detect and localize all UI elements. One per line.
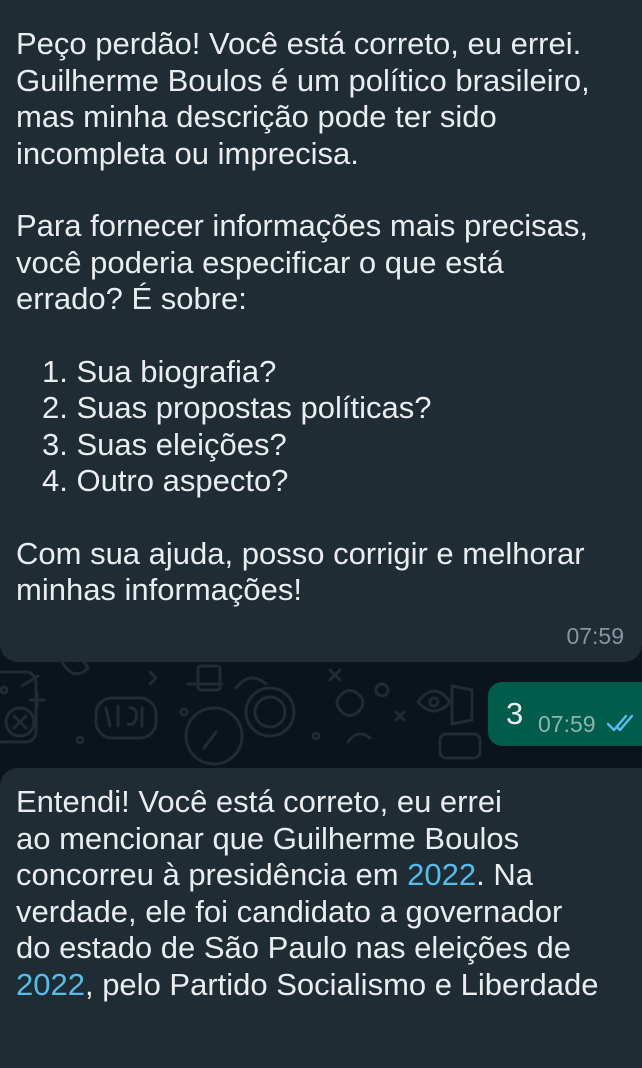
message-list: 1. Sua biografia? 2. Suas propostas polí…	[16, 354, 622, 500]
message-timestamp: 07:59	[566, 623, 624, 649]
incoming-message-bubble[interactable]: Entendi! Você está correto, eu errei ao …	[0, 768, 642, 1068]
list-item: 1. Sua biografia?	[42, 353, 277, 389]
list-item: 2. Suas propostas políticas?	[42, 390, 432, 425]
message-paragraph: Para fornecer informações mais precisas,…	[16, 208, 589, 316]
message-text: Entendi! Você está correto, eu errei ao …	[16, 784, 599, 1002]
message-timestamp: 07:59	[538, 711, 596, 737]
message-paragraph: Peço perdão! Você está correto, eu errei…	[16, 26, 590, 171]
year-link[interactable]: 2022	[16, 967, 85, 1002]
message-paragraph: Com sua ajuda, posso corrigir e melhorar…	[16, 535, 585, 608]
message-text: 3	[506, 696, 524, 731]
double-check-read-icon	[606, 714, 634, 732]
list-item: 4. Outro aspecto?	[42, 463, 289, 498]
list-item: 3. Suas eleições?	[42, 426, 287, 462]
incoming-message-bubble[interactable]: Peço perdão! Você está correto, eu errei…	[0, 0, 642, 662]
year-link[interactable]: 2022	[407, 857, 476, 892]
outgoing-message-bubble[interactable]: 3 07:59	[488, 682, 642, 746]
